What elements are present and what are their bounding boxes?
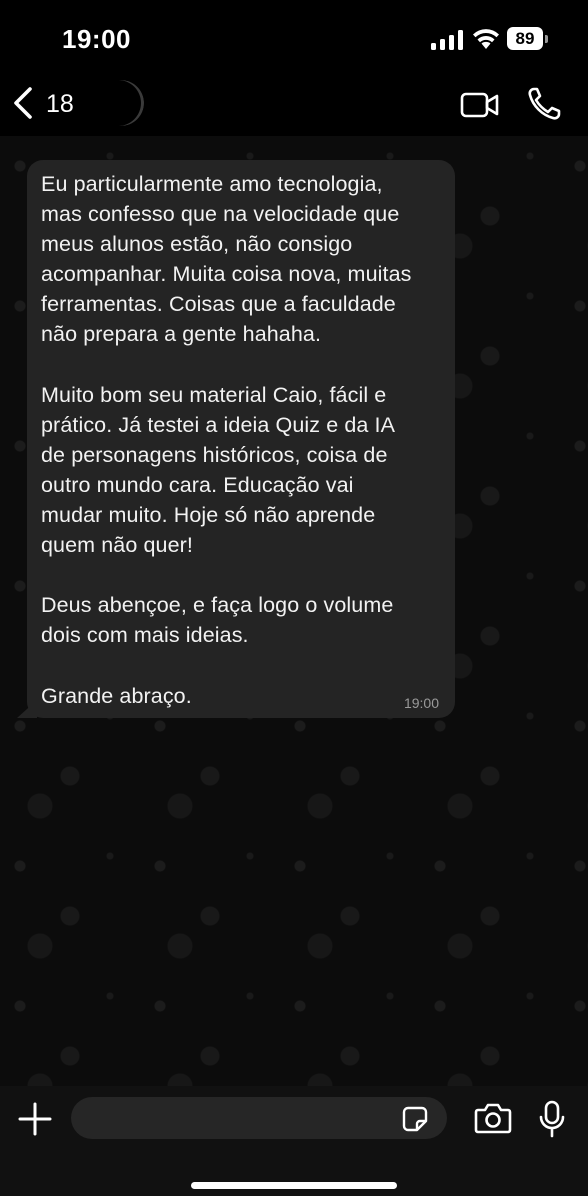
status-bar: 19:00 89 (0, 0, 588, 78)
status-time: 19:00 (62, 24, 131, 54)
microphone-icon[interactable] (538, 1100, 566, 1138)
camera-icon[interactable] (474, 1102, 512, 1134)
phone-call-icon[interactable] (526, 86, 562, 122)
message-input[interactable] (71, 1097, 447, 1139)
video-call-icon[interactable] (460, 88, 500, 122)
battery-level: 89 (507, 27, 543, 50)
plus-icon[interactable] (18, 1102, 52, 1136)
avatar[interactable] (98, 80, 144, 126)
chat-area[interactable]: Eu particularmente amo tecnologia, mas c… (0, 136, 588, 1086)
message-bubble[interactable]: Eu particularmente amo tecnologia, mas c… (17, 160, 455, 718)
signal-icon (431, 30, 463, 50)
wifi-icon (473, 29, 499, 49)
unread-count[interactable]: 18 (46, 90, 74, 119)
message-text: Eu particularmente amo tecnologia, mas c… (41, 172, 412, 708)
message-time: 19:00 (403, 695, 439, 711)
composer-bar (0, 1086, 588, 1196)
chat-header: 18 (0, 78, 588, 136)
back-chevron-icon[interactable] (10, 86, 36, 120)
battery-icon: 89 (507, 27, 548, 52)
sticker-icon[interactable] (402, 1106, 428, 1132)
home-indicator (191, 1182, 397, 1189)
